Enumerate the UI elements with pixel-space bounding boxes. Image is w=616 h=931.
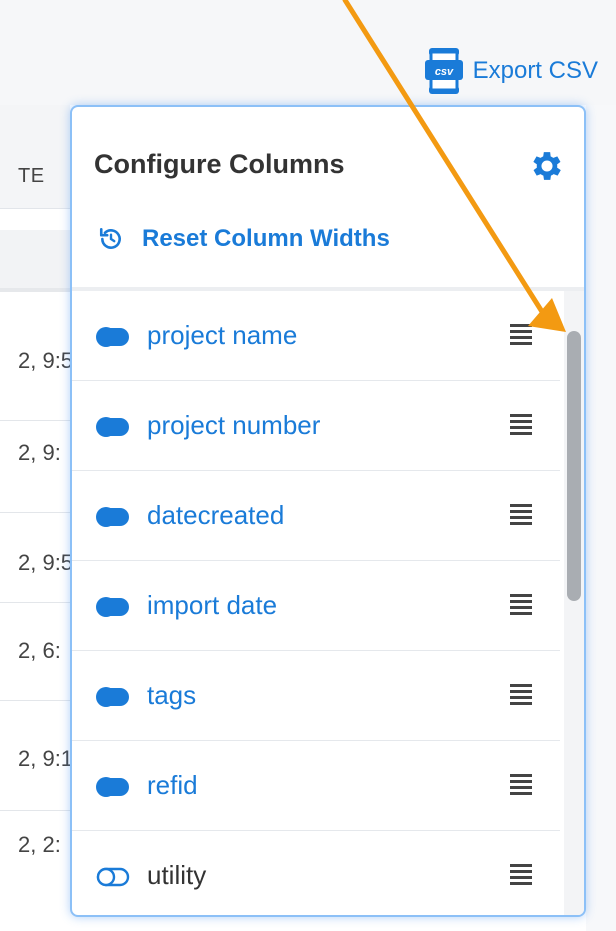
table-cell: 2, 9: bbox=[18, 440, 61, 465]
column-label: import date bbox=[147, 590, 278, 620]
configure-columns-popover: Configure Columns Reset Column Widths pr… bbox=[70, 105, 586, 917]
column-item-tags[interactable]: tags bbox=[72, 651, 560, 741]
column-label: datecreated bbox=[147, 500, 285, 530]
reset-icon bbox=[99, 227, 121, 249]
drag-handle-icon[interactable] bbox=[510, 864, 532, 886]
table-cell: 2, 9:5 bbox=[18, 550, 74, 575]
export-csv-label: Export CSV bbox=[472, 57, 598, 84]
column-label: tags bbox=[147, 680, 197, 710]
table-cell: 2, 9:1 bbox=[18, 746, 74, 771]
column-label: refid bbox=[147, 770, 198, 800]
row-divider bbox=[0, 602, 70, 603]
popover-title: Configure Columns bbox=[94, 149, 345, 179]
reset-label: Reset Column Widths bbox=[142, 225, 390, 252]
toggle-on-icon[interactable] bbox=[96, 417, 130, 437]
toggle-on-icon[interactable] bbox=[96, 687, 130, 707]
column-item-project-name[interactable]: project name bbox=[72, 291, 560, 381]
drag-handle-icon[interactable] bbox=[510, 414, 532, 436]
column-item-project-number[interactable]: project number bbox=[72, 381, 560, 471]
table-cell: 2, 2: bbox=[18, 832, 61, 857]
row-divider bbox=[0, 700, 70, 701]
row-divider bbox=[0, 420, 70, 421]
table-divider bbox=[0, 288, 70, 292]
column-item-import-date[interactable]: import date bbox=[72, 561, 560, 651]
table-band bbox=[0, 230, 70, 288]
table-header: TE bbox=[0, 105, 70, 209]
row-divider bbox=[0, 512, 70, 513]
csv-badge: csv bbox=[434, 66, 453, 78]
column-header-fragment: TE bbox=[18, 165, 45, 187]
drag-handle-icon[interactable] bbox=[510, 774, 532, 796]
table-cell: 2, 6: bbox=[18, 638, 61, 663]
scrollbar-thumb[interactable] bbox=[567, 331, 581, 601]
row-divider bbox=[0, 810, 70, 811]
column-item-refid[interactable]: refid bbox=[72, 741, 560, 831]
toggle-off-icon[interactable] bbox=[96, 867, 130, 887]
drag-handle-icon[interactable] bbox=[510, 504, 532, 526]
column-label: utility bbox=[147, 860, 207, 890]
toggle-on-icon[interactable] bbox=[96, 327, 130, 347]
reset-column-widths-button[interactable]: Reset Column Widths bbox=[98, 225, 390, 253]
drag-handle-icon[interactable] bbox=[510, 324, 532, 346]
column-list: project name project number datecreated … bbox=[72, 291, 560, 915]
toggle-on-icon[interactable] bbox=[96, 597, 130, 617]
column-label: project number bbox=[147, 410, 321, 440]
toggle-on-icon[interactable] bbox=[96, 507, 130, 527]
table-gutter bbox=[586, 105, 616, 931]
column-item-datecreated[interactable]: datecreated bbox=[72, 471, 560, 561]
toggle-on-icon[interactable] bbox=[96, 777, 130, 797]
table-cell: 2, 9:5 bbox=[18, 348, 74, 373]
drag-handle-icon[interactable] bbox=[510, 594, 532, 616]
column-item-utility[interactable]: utility bbox=[72, 831, 560, 915]
column-label: project name bbox=[147, 320, 298, 350]
export-csv-button[interactable]: csv Export CSV bbox=[424, 48, 598, 94]
drag-handle-icon[interactable] bbox=[510, 684, 532, 706]
csv-file-icon: csv bbox=[424, 48, 463, 94]
gear-icon[interactable] bbox=[528, 147, 566, 185]
